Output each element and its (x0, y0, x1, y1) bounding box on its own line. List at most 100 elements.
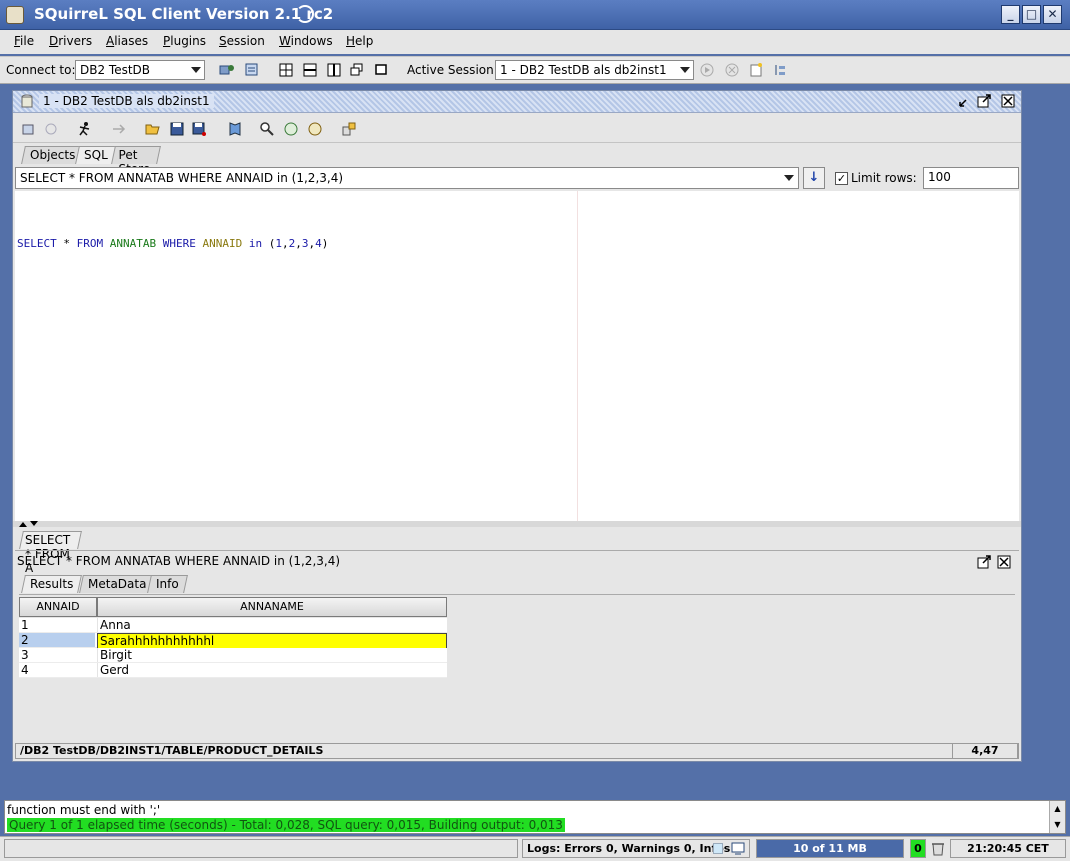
limit-rows-checkbox[interactable]: ✓ (835, 172, 848, 185)
session-window: 1 - DB2 TestDB als db2inst1 Objects SQL … (12, 90, 1022, 762)
sql-editor[interactable]: SELECT * FROM ANNATAB WHERE ANNAID in (1… (15, 191, 1019, 521)
column-header-annaname[interactable]: ANNANAME (97, 597, 447, 617)
rollback-icon[interactable] (43, 121, 59, 137)
tree-icon[interactable] (772, 62, 788, 78)
session-title: 1 - DB2 TestDB als db2inst1 (39, 94, 214, 108)
save-icon[interactable] (169, 121, 185, 137)
status-bar: Logs: Errors 0, Warnings 0, Infos 9 10 o… (0, 836, 1070, 861)
tab-metadata[interactable]: MetaData (79, 575, 156, 593)
open-file-icon[interactable] (145, 121, 161, 137)
editor-margin-line (577, 191, 578, 521)
limit-rows-label: Limit rows: (851, 171, 917, 185)
message-warning: function must end with ';' (7, 803, 161, 817)
title-bar: SQuirreL SQL Client Version 2.1 rc2 _ □ … (0, 0, 1070, 30)
session-title-bar: 1 - DB2 TestDB als db2inst1 (13, 91, 1021, 113)
tab-divider (15, 550, 1019, 551)
execute-all-icon[interactable] (111, 121, 127, 137)
minimize-button[interactable]: _ (1001, 5, 1020, 24)
find-icon[interactable] (259, 121, 275, 137)
status-message (4, 839, 518, 858)
maximize-frame-icon[interactable] (977, 94, 991, 108)
refresh-icon[interactable] (283, 121, 299, 137)
bookmark-icon[interactable] (227, 121, 243, 137)
window-title: SQuirreL SQL Client Version 2.1 rc2 (34, 5, 334, 23)
connect-alias-select[interactable]: DB2 TestDB (75, 60, 205, 80)
clock: 21:20:45 CET (950, 839, 1066, 858)
maximize-button[interactable]: □ (1022, 5, 1041, 24)
subtab-divider (19, 594, 1015, 595)
tab-result-select[interactable]: SELECT * FROM A (19, 531, 83, 575)
close-frame-icon[interactable] (1001, 94, 1015, 108)
splitter-arrows-icon[interactable] (17, 521, 41, 527)
tab-sql[interactable]: SQL (75, 146, 117, 164)
log-indicator-icon (713, 843, 723, 854)
menu-plugins[interactable]: Plugins (163, 34, 206, 48)
menu-session[interactable]: Session (219, 34, 265, 48)
table-row[interactable]: 4 Gerd (19, 663, 447, 678)
connect-icon[interactable] (219, 62, 235, 78)
tile-icon[interactable] (278, 62, 294, 78)
execute-sql-icon[interactable] (77, 121, 93, 137)
editor-results-splitter[interactable] (13, 521, 1021, 527)
stop-icon[interactable] (724, 62, 740, 78)
sql-history-select[interactable]: SELECT * FROM ANNATAB WHERE ANNAID in (1… (15, 167, 799, 189)
sql-editor-text: SELECT * FROM ANNATAB WHERE ANNAID in (1… (17, 237, 329, 250)
menu-drivers[interactable]: Drivers (49, 34, 92, 48)
session-toolbar (13, 115, 1021, 143)
object-path-status: /DB2 TestDB/DB2INST1/TABLE/PRODUCT_DETAI… (15, 743, 1019, 759)
maximize-all-icon[interactable] (373, 62, 389, 78)
connect-toolbar: Connect to: DB2 TestDB Active Session: 1… (0, 56, 1070, 84)
message-panel: function must end with ';' Query 1 of 1 … (4, 800, 1066, 834)
format-sql-icon[interactable] (307, 121, 323, 137)
result-sql-text: SELECT * FROM ANNATAB WHERE ANNAID in (1… (17, 554, 341, 568)
squirrel-app-icon[interactable] (6, 6, 24, 24)
tile-horizontal-icon[interactable] (302, 62, 318, 78)
logs-status[interactable]: Logs: Errors 0, Warnings 0, Infos 9 (522, 839, 750, 858)
float-result-icon[interactable] (977, 555, 991, 569)
garbage-collect-icon[interactable] (930, 840, 946, 856)
scroll-down-icon[interactable]: ▼ (1050, 817, 1065, 833)
active-session-select[interactable]: 1 - DB2 TestDB als db2inst1 (495, 60, 694, 80)
spiral-icon (296, 5, 314, 23)
new-note-icon[interactable] (748, 62, 764, 78)
close-result-icon[interactable] (997, 555, 1011, 569)
message-query-timing: Query 1 of 1 elapsed time (seconds) - To… (7, 818, 565, 832)
menu-help[interactable]: Help (346, 34, 373, 48)
memory-status: 10 of 11 MB (756, 839, 904, 858)
active-session-label: Active Session: (407, 63, 498, 77)
chevron-down-icon (784, 175, 794, 181)
scroll-up-icon[interactable]: ▲ (1050, 801, 1065, 817)
close-button[interactable]: ✕ (1043, 5, 1062, 24)
chevron-down-icon (191, 67, 201, 73)
table-row[interactable]: 2 Sarahhhhhhhhhhhl (19, 633, 447, 649)
table-row[interactable]: 3 Birgit (19, 648, 447, 663)
message-scrollbar[interactable]: ▲ ▼ (1049, 801, 1065, 833)
monitor-icon[interactable] (731, 841, 745, 855)
chevron-down-icon (680, 67, 690, 73)
tile-vertical-icon[interactable] (326, 62, 342, 78)
database-icon (21, 94, 33, 108)
menu-aliases[interactable]: Aliases (106, 34, 148, 48)
gc-count: 0 (910, 839, 926, 858)
arrow-down-icon: ↓ (808, 170, 820, 185)
tab-results[interactable]: Results (21, 575, 83, 593)
menu-windows[interactable]: Windows (279, 34, 333, 48)
run-icon[interactable] (699, 62, 715, 78)
limit-rows-input[interactable]: 100 (923, 167, 1019, 189)
tab-info[interactable]: Info (147, 575, 188, 593)
commit-icon[interactable] (21, 121, 37, 137)
column-header-annaid[interactable]: ANNAID (19, 597, 97, 617)
tab-pet-store[interactable]: Pet Store (111, 146, 161, 176)
execute-button[interactable]: ↓ (803, 167, 825, 189)
menu-file[interactable]: File (14, 34, 34, 48)
table-row[interactable]: 1 Anna (19, 618, 447, 633)
save-as-icon[interactable] (191, 121, 207, 137)
cascade-icon[interactable] (349, 62, 365, 78)
caret-position: 4,47 (952, 743, 1018, 759)
connect-label: Connect to: (6, 63, 76, 77)
results-panel: SELECT * FROM A SELECT * FROM ANNATAB WH… (15, 529, 1019, 741)
new-session-icon[interactable] (244, 62, 260, 78)
iconify-icon[interactable] (958, 94, 972, 108)
sql-history-icon[interactable] (341, 121, 357, 137)
menu-bar: File Drivers Aliases Plugins Session Win… (0, 30, 1070, 54)
